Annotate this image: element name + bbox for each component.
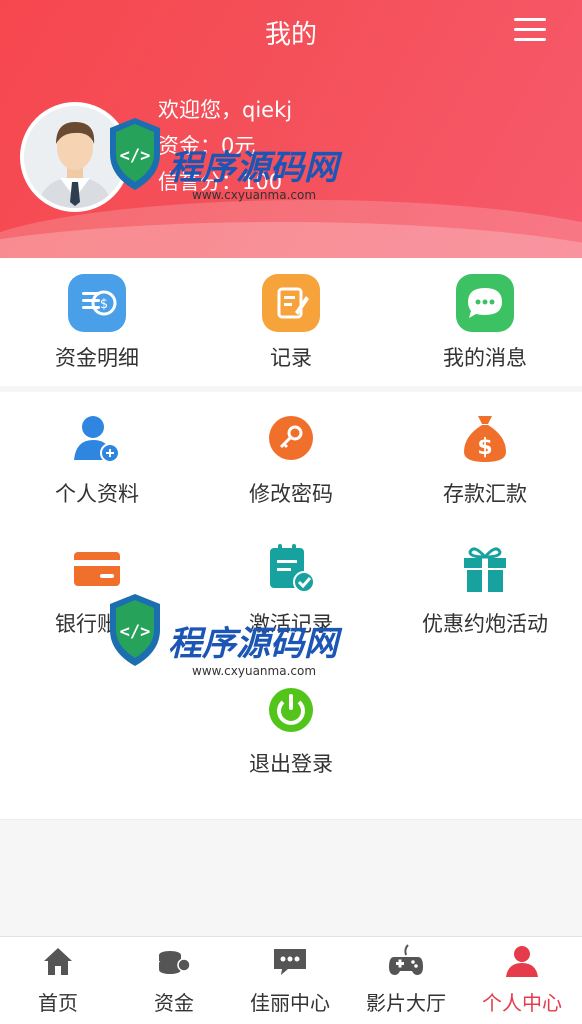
- record-label: 记录: [270, 346, 312, 370]
- promotion-label: 优惠约炮活动: [422, 612, 548, 636]
- promotion-button[interactable]: 优惠约炮活动: [388, 540, 582, 638]
- bank-account-label: 银行账户: [55, 612, 139, 636]
- record-button[interactable]: 记录: [194, 274, 388, 372]
- deposit-button[interactable]: $ 存款汇款: [388, 410, 582, 508]
- bank-card-icon: [68, 540, 126, 598]
- activation-record-label: 激活记录: [249, 612, 333, 636]
- home-icon: [44, 948, 72, 975]
- profile-button[interactable]: 个人资料: [0, 410, 194, 508]
- tab-funds-label: 资金: [154, 991, 194, 1015]
- tab-personal-center-label: 个人中心: [482, 991, 562, 1015]
- svg-text:$: $: [100, 297, 108, 312]
- tab-personal-center[interactable]: 个人中心: [464, 937, 580, 1024]
- user-icon: [506, 946, 538, 977]
- profile-header: 我的 欢迎您，qiekj 资金：0元 信誉分：100: [0, 0, 582, 258]
- key-icon: [262, 410, 320, 468]
- record-icon: [262, 274, 320, 332]
- avatar[interactable]: [20, 102, 130, 212]
- logout-button[interactable]: 退出登录: [194, 680, 388, 778]
- change-password-label: 修改密码: [249, 482, 333, 506]
- balance-text: 资金：0元: [158, 134, 256, 158]
- change-password-button[interactable]: 修改密码: [194, 410, 388, 508]
- tab-funds[interactable]: 资金: [116, 937, 232, 1024]
- svg-text:$: $: [477, 435, 492, 460]
- tab-beauty-center-label: 佳丽中心: [250, 991, 330, 1015]
- profile-label: 个人资料: [55, 482, 139, 506]
- my-messages-label: 我的消息: [443, 346, 527, 370]
- money-detail-button[interactable]: $ 资金明细: [0, 274, 194, 372]
- tab-beauty-center[interactable]: 佳丽中心: [232, 937, 348, 1024]
- credit-score-text: 信誉分：100: [158, 170, 283, 194]
- quick-actions: $ 资金明细 记录 我的消息: [0, 258, 582, 386]
- page-title: 我的: [264, 20, 317, 50]
- menu-icon[interactable]: [514, 18, 546, 42]
- chat-icon: [274, 949, 306, 975]
- my-messages-button[interactable]: 我的消息: [388, 274, 582, 372]
- money-detail-icon: $: [68, 274, 126, 332]
- gamepad-icon: [389, 944, 423, 975]
- activation-record-icon: [262, 540, 320, 598]
- tab-home[interactable]: 首页: [0, 937, 116, 1024]
- activation-record-button[interactable]: 激活记录: [194, 540, 388, 638]
- money-detail-label: 资金明细: [55, 346, 139, 370]
- menu-grid: 个人资料 修改密码 $ 存款汇款 银行账户 激活记录 优惠约炮活动 退出登录: [0, 392, 582, 820]
- bank-account-button[interactable]: 银行账户: [0, 540, 194, 638]
- power-icon: [262, 680, 320, 738]
- bottom-tab-bar: 首页 资金 佳丽中心 影片大厅 个人中心: [0, 936, 582, 1024]
- welcome-text: 欢迎您，qiekj: [158, 98, 293, 122]
- logout-label: 退出登录: [249, 752, 333, 776]
- deposit-label: 存款汇款: [443, 482, 527, 506]
- tab-home-label: 首页: [38, 991, 78, 1015]
- message-icon: [456, 274, 514, 332]
- coins-icon: [159, 951, 191, 974]
- tab-movie-hall-label: 影片大厅: [366, 991, 446, 1015]
- gift-icon: [456, 540, 514, 598]
- money-bag-icon: $: [456, 410, 514, 468]
- profile-icon: [68, 410, 126, 468]
- tab-movie-hall[interactable]: 影片大厅: [348, 937, 464, 1024]
